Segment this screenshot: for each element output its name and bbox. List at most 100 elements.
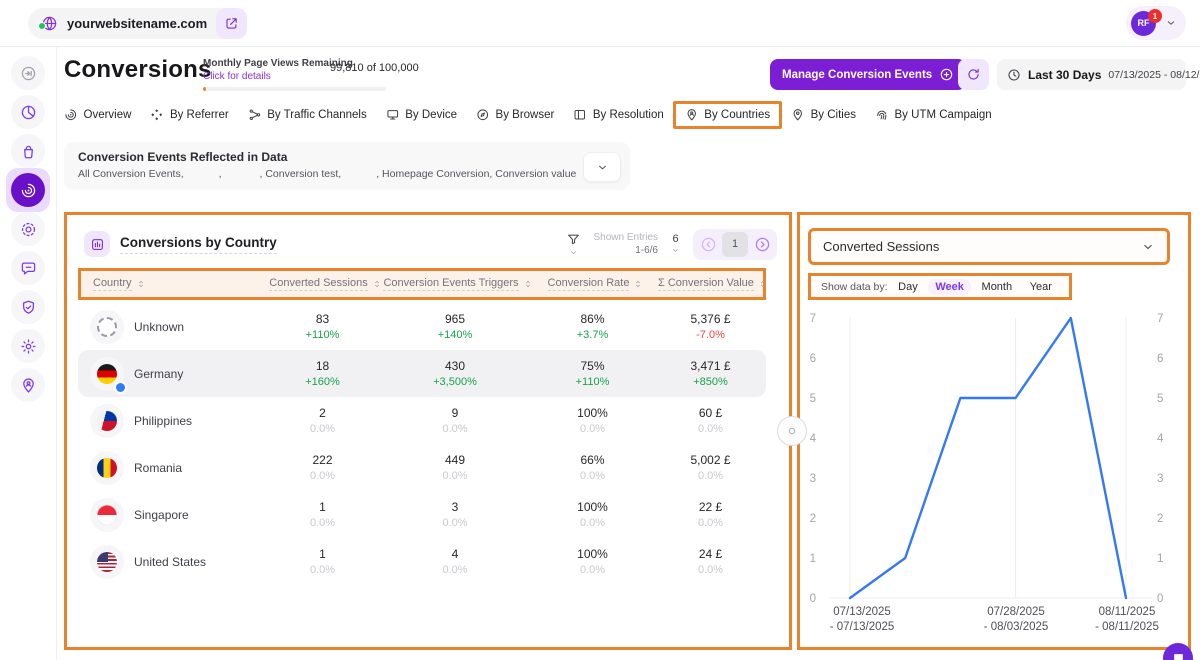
shown-entries-value: 1-6/6 <box>594 244 658 257</box>
chat-bubble-icon <box>20 260 37 277</box>
sidebar-item-visitors[interactable] <box>11 368 45 402</box>
country-cell: Singapore <box>90 498 265 532</box>
previous-page-button[interactable] <box>697 233 719 255</box>
svg-text:2: 2 <box>810 513 816 525</box>
sidebar-item-privacy[interactable] <box>11 290 45 324</box>
column-header[interactable]: Converted Sessions <box>268 277 383 291</box>
website-selector[interactable]: yourwebsitename.com <box>28 8 245 39</box>
svg-text:1: 1 <box>810 553 816 565</box>
metric-cell: 90.0% <box>380 406 530 435</box>
country-flag <box>90 310 124 344</box>
table-row[interactable]: Philippines20.0%90.0%100%0.0%60 £0.0% <box>78 397 766 444</box>
metric-cell: 60 £0.0% <box>655 406 766 435</box>
country-cell: Philippines <box>90 404 265 438</box>
sort-icon <box>523 279 533 289</box>
panel-resize-handle[interactable] <box>777 416 807 446</box>
table-row[interactable]: Romania2220.0%4490.0%66%0.0%5,002 £0.0% <box>78 444 766 491</box>
tab-by-resolution[interactable]: By Resolution <box>573 108 663 122</box>
tab-by-browser[interactable]: By Browser <box>476 108 554 122</box>
tab-by-referrer[interactable]: By Referrer <box>150 108 228 122</box>
column-header[interactable]: Conversion Rate <box>533 277 658 291</box>
page-size-selector[interactable]: 6 <box>671 233 680 255</box>
tab-overview[interactable]: Overview <box>64 108 131 122</box>
sidebar-item-collapse[interactable] <box>11 56 45 90</box>
column-header[interactable]: Σ Conversion Value <box>658 277 768 291</box>
account-menu[interactable]: RF 1 <box>1126 6 1186 40</box>
focus-target-icon <box>20 221 37 238</box>
metric-selector[interactable]: Converted Sessions <box>808 228 1170 265</box>
table-title[interactable]: Conversions by Country <box>120 235 277 254</box>
conversion-events-bar: Conversion Events Reflected in Data All … <box>64 142 630 190</box>
date-range-picker[interactable]: Last 30 Days 07/13/2025 - 08/12/2025 <box>997 59 1186 90</box>
sidebar-item-retargeting[interactable] <box>11 212 45 246</box>
topbar: yourwebsitename.com RF 1 <box>0 0 1200 47</box>
tab-by-traffic-channels[interactable]: By Traffic Channels <box>248 108 367 122</box>
tab-label: By Browser <box>496 109 555 121</box>
table-header-bar: Conversions by Country Shown Entries 1-6… <box>84 227 777 261</box>
tab-by-utm-campaign[interactable]: By UTM Campaign <box>875 108 992 122</box>
svg-text:07/28/2025: 07/28/2025 <box>987 606 1045 618</box>
sidebar-item-conversions[interactable] <box>11 173 45 207</box>
svg-text:5: 5 <box>810 393 816 405</box>
tab-label: By Cities <box>811 109 856 121</box>
chevron-down-icon <box>1141 240 1155 254</box>
next-page-button[interactable] <box>751 233 773 255</box>
tab-label: By Referrer <box>170 109 229 121</box>
table-row[interactable]: Unknown83+110%965+140%86%+3.7%5,376 £-7.… <box>78 303 766 350</box>
metric-selector-value: Converted Sessions <box>823 239 939 254</box>
period-week[interactable]: Week <box>928 279 971 295</box>
quota-value: 99,810 of 100,000 <box>330 62 419 74</box>
shown-entries-label: Shown Entries <box>594 231 658 244</box>
filter-button[interactable] <box>566 232 581 257</box>
tab-by-countries[interactable]: By Countries <box>673 101 782 129</box>
tab-by-cities[interactable]: By Cities <box>791 108 856 122</box>
country-cell: Unknown <box>90 310 265 344</box>
table-body: Unknown83+110%965+140%86%+3.7%5,376 £-7.… <box>78 303 766 585</box>
metric-cell: 10.0% <box>265 547 380 576</box>
date-range-label: Last 30 Days <box>1028 68 1101 82</box>
sidebar-item-feedback[interactable] <box>11 251 45 285</box>
chevron-down-icon <box>569 248 578 257</box>
period-month[interactable]: Month <box>975 279 1020 295</box>
current-page[interactable]: 1 <box>722 232 748 257</box>
table-row[interactable]: United States10.0%40.0%100%0.0%24 £0.0% <box>78 538 766 585</box>
tab-by-device[interactable]: By Device <box>386 108 457 122</box>
date-range-value: 07/13/2025 - 08/12/2025 <box>1108 69 1200 81</box>
website-name: yourwebsitename.com <box>67 16 207 31</box>
tab-label: By Resolution <box>593 109 664 121</box>
sidebar-item-dashboard[interactable] <box>11 95 45 129</box>
country-flag <box>90 545 124 579</box>
column-header[interactable]: Conversion Events Triggers <box>383 277 533 291</box>
online-status-dot <box>114 381 127 394</box>
open-website-button[interactable] <box>216 8 247 39</box>
chart-panel: Converted Sessions Show data by: DayWeek… <box>797 212 1191 650</box>
metric-cell: 18+160% <box>265 359 380 388</box>
refresh-button[interactable] <box>958 59 989 90</box>
funnel-icon <box>566 232 581 247</box>
column-header[interactable]: Country <box>93 277 268 291</box>
table-row[interactable]: Germany18+160%430+3,500%75%+110%3,471 £+… <box>78 350 766 397</box>
metric-cell: 22 £0.0% <box>655 500 766 529</box>
table-row[interactable]: Singapore10.0%30.0%100%0.0%22 £0.0% <box>78 491 766 538</box>
page-size-value: 6 <box>672 233 678 245</box>
sidebar-item-ecommerce[interactable] <box>11 134 45 168</box>
metric-cell: 30.0% <box>380 500 530 529</box>
events-bar-expand-button[interactable] <box>583 152 621 182</box>
metric-cell: 75%+110% <box>530 359 655 388</box>
conversions-spiral-icon <box>20 182 37 199</box>
country-flag <box>90 451 124 485</box>
chevron-down-icon <box>671 246 680 255</box>
shopping-bag-icon <box>20 143 37 160</box>
manage-conversion-events-button[interactable]: Manage Conversion Events <box>770 59 966 90</box>
svg-text:0: 0 <box>810 593 816 605</box>
referrer-diamonds-icon <box>150 108 164 122</box>
pie-chart-icon <box>20 104 37 121</box>
plus-circle-icon <box>939 67 954 82</box>
metric-cell: 4490.0% <box>380 453 530 482</box>
country-cell: United States <box>90 545 265 579</box>
period-year[interactable]: Year <box>1023 279 1059 295</box>
sidebar-item-settings[interactable] <box>11 329 45 363</box>
sort-icon <box>136 279 146 289</box>
period-day[interactable]: Day <box>891 279 925 295</box>
quota-details-link[interactable]: Click for details <box>203 71 271 82</box>
